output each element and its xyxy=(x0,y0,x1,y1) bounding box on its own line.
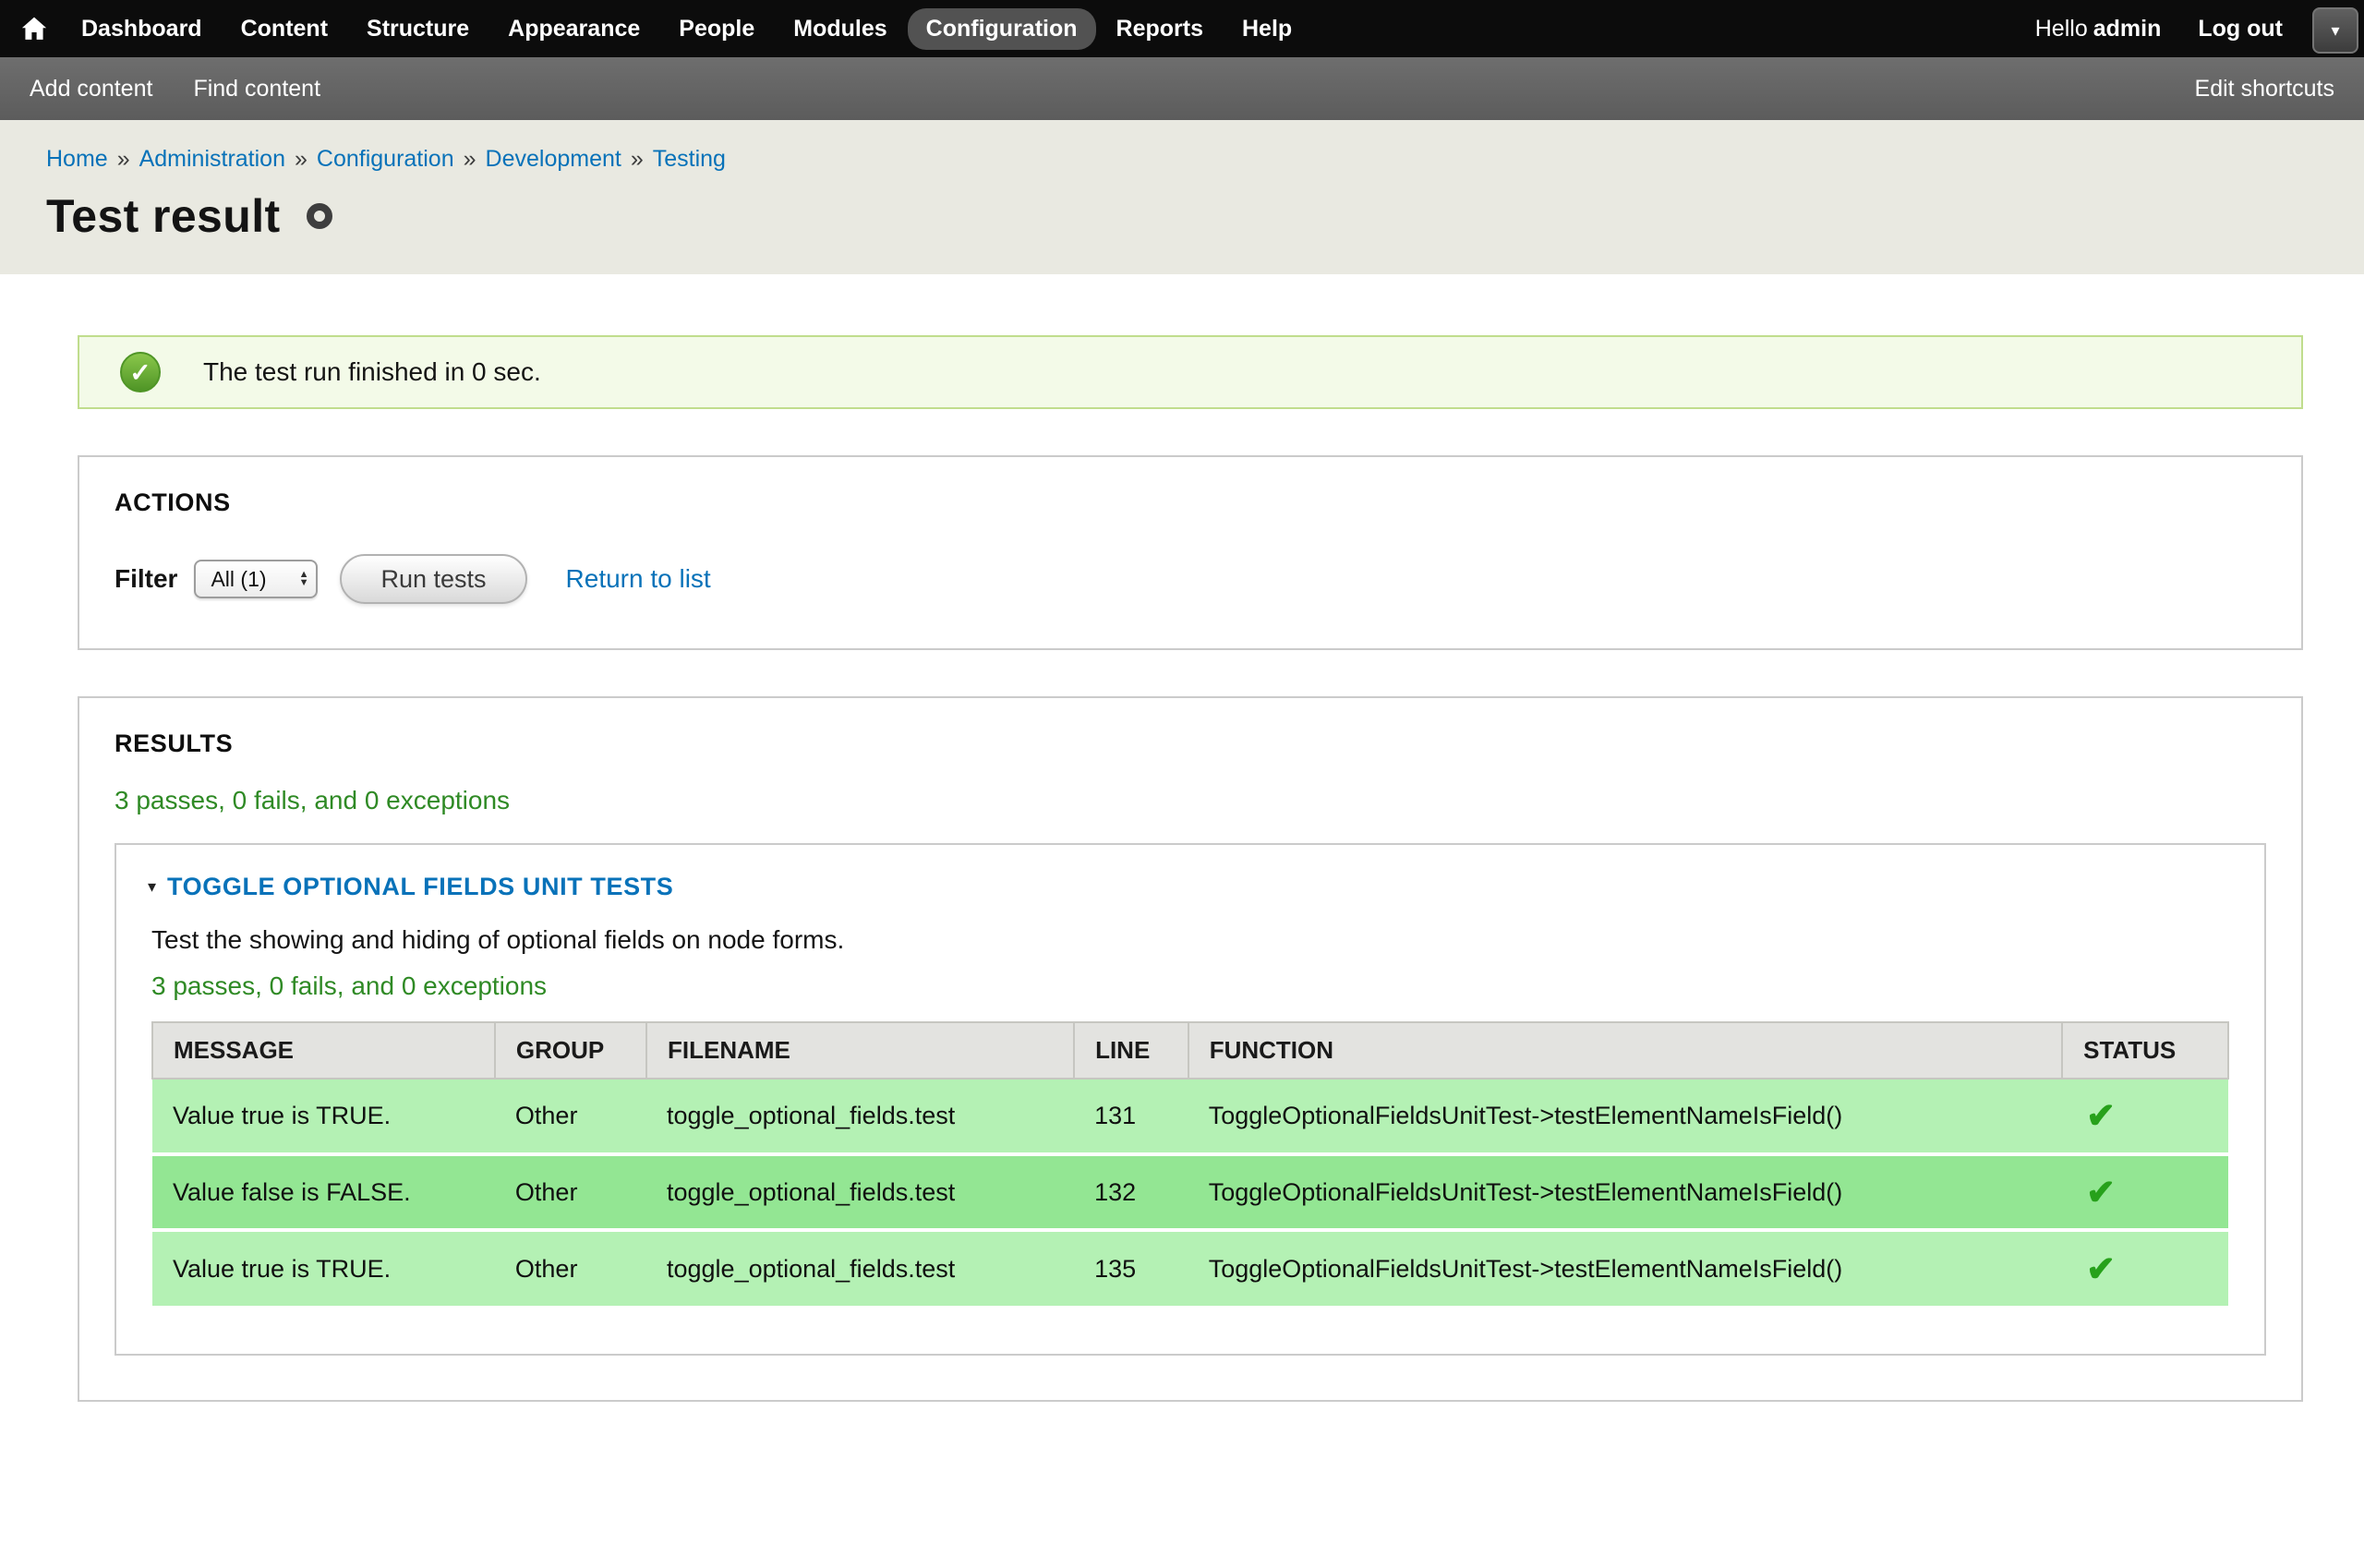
toolbar-item-modules[interactable]: Modules xyxy=(775,8,905,50)
test-group-fieldset: ▾ TOGGLE OPTIONAL FIELDS UNIT TESTS Test… xyxy=(115,843,2266,1356)
column-header-function: FUNCTION xyxy=(1188,1022,2062,1079)
table-header-row: MESSAGEGROUPFILENAMELINEFUNCTIONSTATUS xyxy=(152,1022,2228,1079)
toolbar-item-content[interactable]: Content xyxy=(223,8,346,50)
cell-status: ✔ xyxy=(2062,1230,2228,1306)
cell-filename: toggle_optional_fields.test xyxy=(646,1079,1074,1154)
cell-status: ✔ xyxy=(2062,1154,2228,1230)
cell-group: Other xyxy=(495,1079,646,1154)
breadcrumb-separator: » xyxy=(117,146,130,172)
admin-toolbar: DashboardContentStructureAppearancePeopl… xyxy=(0,0,2364,57)
page-header: Home » Administration » Configuration » Develo… xyxy=(0,120,2364,274)
logout-link[interactable]: Log out xyxy=(2198,16,2283,42)
breadcrumb: Home » Administration » Configuration » Develo… xyxy=(46,146,2318,173)
breadcrumb-link-home[interactable]: Home xyxy=(46,146,108,172)
cell-message: Value false is FALSE. xyxy=(152,1154,495,1230)
home-icon[interactable] xyxy=(20,15,48,42)
filter-label: Filter xyxy=(115,564,177,594)
column-header-message: MESSAGE xyxy=(152,1022,495,1079)
filter-select[interactable]: All (1) ▲▼ xyxy=(194,560,318,598)
content: ✓ The test run finished in 0 sec. ACTION… xyxy=(0,274,2364,1568)
breadcrumb-separator: » xyxy=(295,146,308,172)
stepper-down-icon: ▼ xyxy=(299,579,309,587)
toolbar-item-dashboard[interactable]: Dashboard xyxy=(63,8,221,50)
gear-icon[interactable] xyxy=(307,203,332,229)
edit-shortcuts-link[interactable]: Edit shortcuts xyxy=(2195,76,2334,103)
results-table: MESSAGEGROUPFILENAMELINEFUNCTIONSTATUSVa… xyxy=(151,1021,2229,1306)
cell-filename: toggle_optional_fields.test xyxy=(646,1154,1074,1230)
actions-fieldset: ACTIONS Filter All (1) ▲▼ Run tests Retu… xyxy=(78,455,2303,650)
column-header-status: STATUS xyxy=(2062,1022,2228,1079)
greeting-prefix: Hello xyxy=(2035,16,2088,42)
breadcrumb-link-development[interactable]: Development xyxy=(486,146,621,172)
chevron-down-icon: ▾ xyxy=(2331,21,2339,41)
status-message: ✓ The test run finished in 0 sec. xyxy=(78,335,2303,409)
test-group-legend: ▾ TOGGLE OPTIONAL FIELDS UNIT TESTS xyxy=(148,873,2229,901)
breadcrumb-separator: » xyxy=(464,146,476,172)
pass-check-icon: ✔ xyxy=(2086,1097,2116,1136)
toolbar-right: Helloadmin Log out ▾ xyxy=(2035,4,2364,54)
shortcut-item-find-content[interactable]: Find content xyxy=(193,76,320,103)
select-stepper-icon: ▲▼ xyxy=(299,571,309,587)
toolbar-menu: DashboardContentStructureAppearancePeopl… xyxy=(63,8,1312,50)
cell-status: ✔ xyxy=(2062,1079,2228,1154)
results-legend: RESULTS xyxy=(115,730,2266,758)
toolbar-item-reports[interactable]: Reports xyxy=(1098,8,1222,50)
filter-select-value: All (1) xyxy=(211,567,266,592)
column-header-group: GROUP xyxy=(495,1022,646,1079)
greeting: Helloadmin xyxy=(2035,16,2162,42)
cell-line: 131 xyxy=(1074,1079,1188,1154)
test-group-title-link[interactable]: TOGGLE OPTIONAL FIELDS UNIT TESTS xyxy=(167,873,673,901)
success-check-icon: ✓ xyxy=(120,352,161,392)
return-to-list-link[interactable]: Return to list xyxy=(566,564,711,594)
breadcrumb-link-administration[interactable]: Administration xyxy=(139,146,285,172)
cell-line: 132 xyxy=(1074,1154,1188,1230)
actions-legend: ACTIONS xyxy=(115,488,2266,517)
breadcrumb-link-configuration[interactable]: Configuration xyxy=(317,146,454,172)
shortcut-item-add-content[interactable]: Add content xyxy=(30,76,152,103)
toolbar-toggle-button[interactable]: ▾ xyxy=(2312,7,2358,54)
cell-function: ToggleOptionalFieldsUnitTest->testElemen… xyxy=(1188,1154,2062,1230)
title-row: Test result xyxy=(46,189,2318,243)
table-row: Value true is TRUE.Othertoggle_optional_… xyxy=(152,1230,2228,1306)
toolbar-item-people[interactable]: People xyxy=(660,8,773,50)
page-title: Test result xyxy=(46,189,281,243)
test-group-summary: 3 passes, 0 fails, and 0 exceptions xyxy=(151,971,2229,1001)
test-group-description: Test the showing and hiding of optional … xyxy=(151,925,2229,955)
toolbar-left: DashboardContentStructureAppearancePeopl… xyxy=(20,8,1312,50)
cell-group: Other xyxy=(495,1154,646,1230)
toolbar-item-help[interactable]: Help xyxy=(1224,8,1310,50)
cell-function: ToggleOptionalFieldsUnitTest->testElemen… xyxy=(1188,1230,2062,1306)
cell-line: 135 xyxy=(1074,1230,1188,1306)
table-row: Value true is TRUE.Othertoggle_optional_… xyxy=(152,1079,2228,1154)
table-row: Value false is FALSE.Othertoggle_optiona… xyxy=(152,1154,2228,1230)
cell-message: Value true is TRUE. xyxy=(152,1230,495,1306)
collapse-arrow-icon: ▾ xyxy=(148,877,156,897)
toolbar-item-appearance[interactable]: Appearance xyxy=(489,8,658,50)
username: admin xyxy=(2093,16,2162,42)
shortcuts-bar: Add content Find content Edit shortcuts xyxy=(0,57,2364,120)
column-header-filename: FILENAME xyxy=(646,1022,1074,1079)
column-header-line: LINE xyxy=(1074,1022,1188,1079)
results-summary: 3 passes, 0 fails, and 0 exceptions xyxy=(115,786,2266,815)
breadcrumb-separator: » xyxy=(631,146,644,172)
cell-function: ToggleOptionalFieldsUnitTest->testElemen… xyxy=(1188,1079,2062,1154)
results-fieldset: RESULTS 3 passes, 0 fails, and 0 excepti… xyxy=(78,696,2303,1402)
pass-check-icon: ✔ xyxy=(2086,1250,2116,1289)
cell-filename: toggle_optional_fields.test xyxy=(646,1230,1074,1306)
toolbar-item-configuration[interactable]: Configuration xyxy=(908,8,1096,50)
cell-message: Value true is TRUE. xyxy=(152,1079,495,1154)
cell-group: Other xyxy=(495,1230,646,1306)
breadcrumb-link-testing[interactable]: Testing xyxy=(653,146,726,172)
run-tests-button[interactable]: Run tests xyxy=(340,554,526,604)
toolbar-item-structure[interactable]: Structure xyxy=(348,8,488,50)
shortcut-links: Add content Find content xyxy=(30,76,361,103)
status-message-text: The test run finished in 0 sec. xyxy=(203,357,541,387)
actions-row: Filter All (1) ▲▼ Run tests Return to li… xyxy=(115,554,2266,604)
pass-check-icon: ✔ xyxy=(2086,1174,2116,1212)
